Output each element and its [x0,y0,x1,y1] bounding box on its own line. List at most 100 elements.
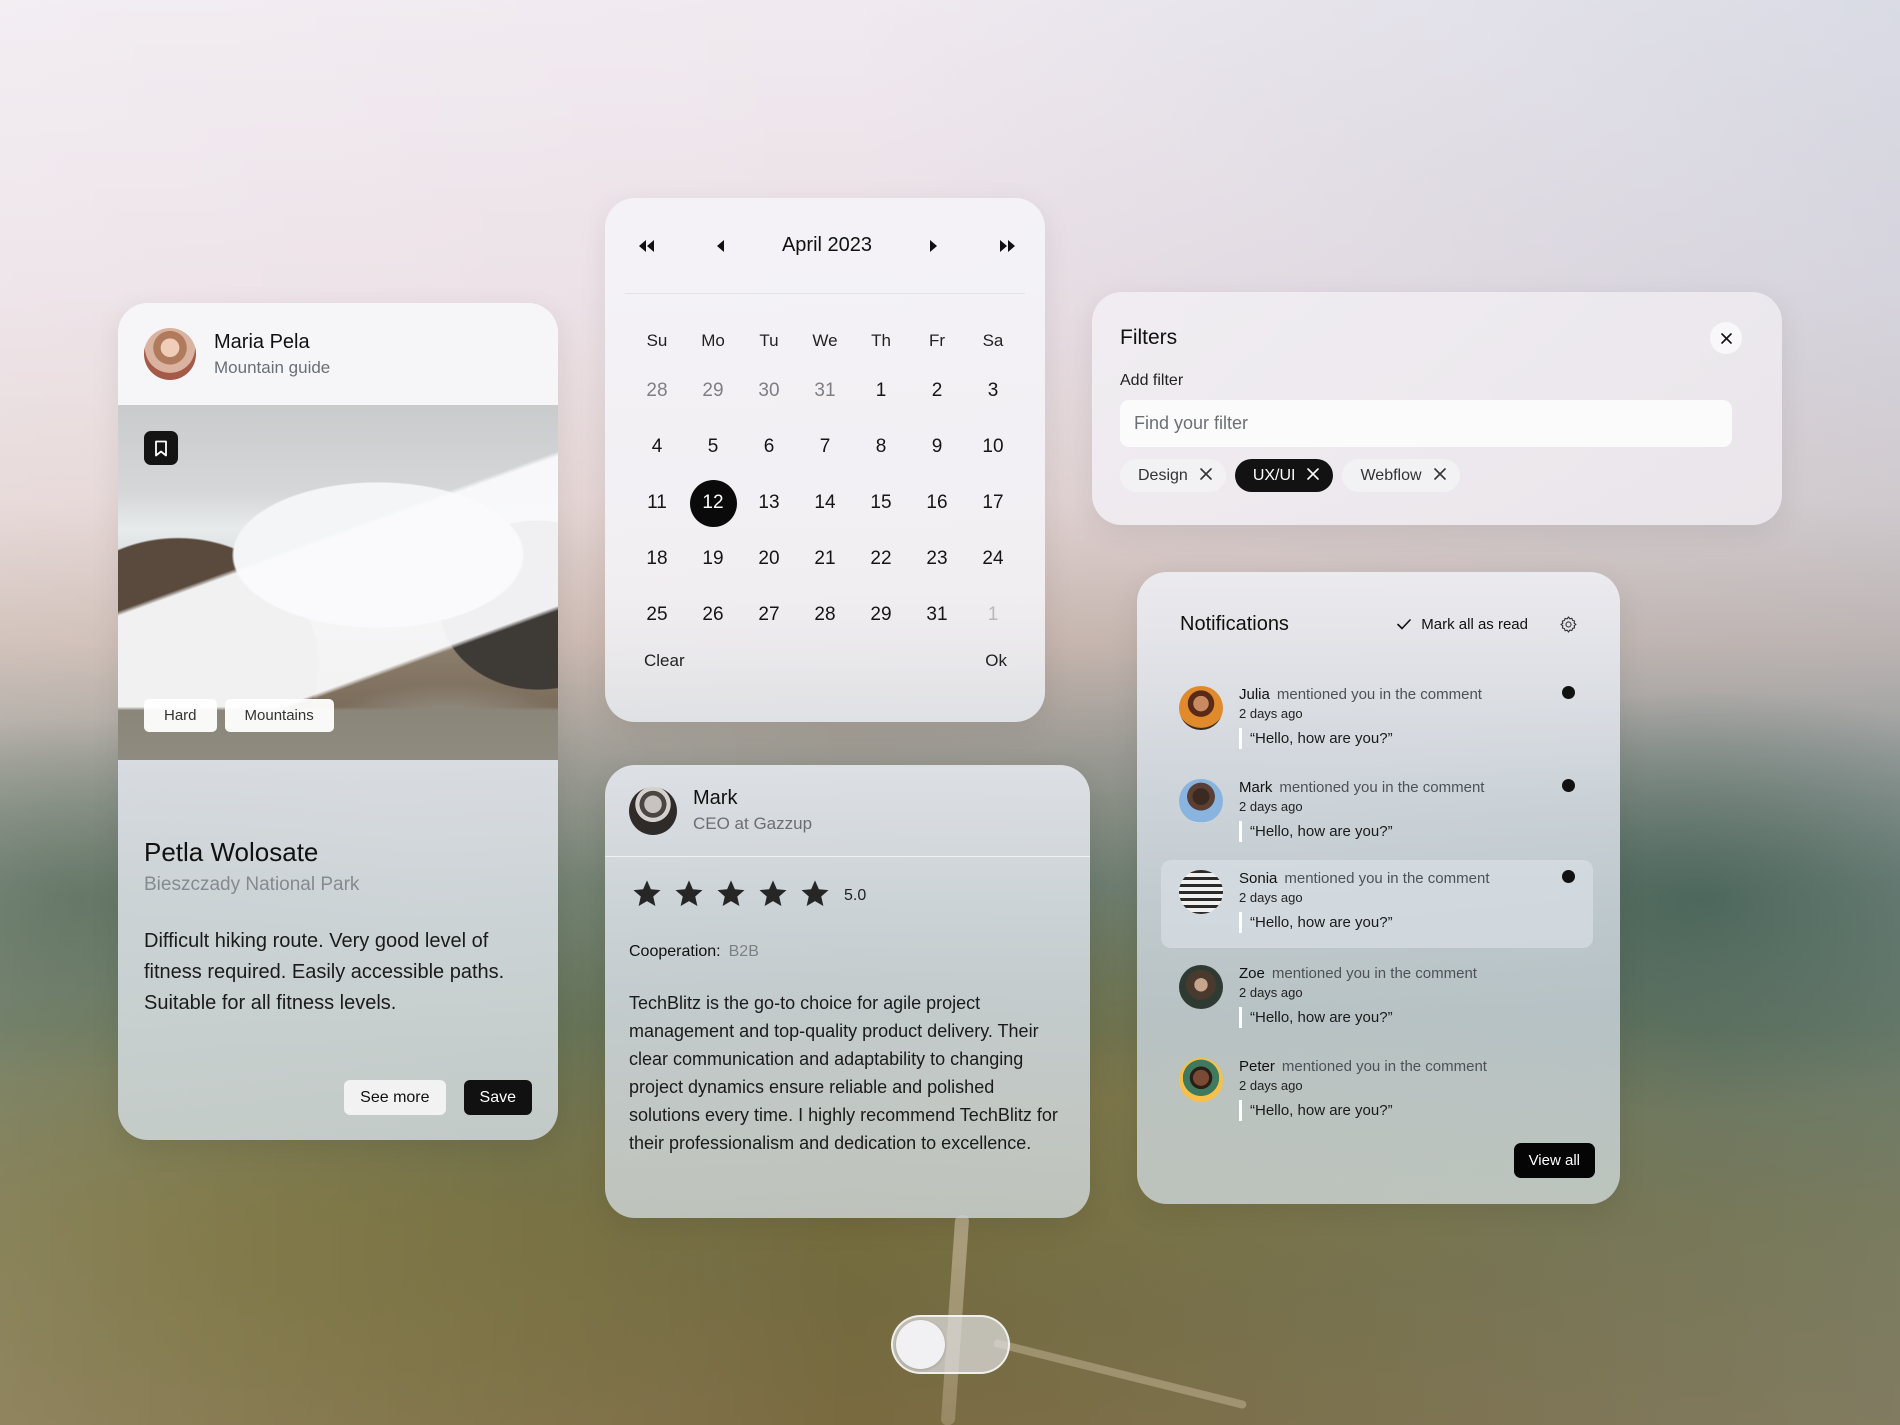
calendar-day[interactable]: 11 [629,475,685,531]
mark-all-read-button[interactable]: Mark all as read [1397,616,1528,633]
calendar-day[interactable]: 22 [853,531,909,587]
next-month-button[interactable] [922,234,946,258]
theme-toggle[interactable] [891,1315,1010,1374]
calendar-day[interactable]: 26 [685,587,741,643]
notification-sender: Mark [1239,779,1273,796]
calendar-day[interactable]: 21 [797,531,853,587]
day-number: 31 [926,604,948,625]
calendar-day[interactable]: 23 [909,531,965,587]
calendar-day[interactable]: 16 [909,475,965,531]
clear-button[interactable]: Clear [644,651,685,671]
filter-search-input[interactable] [1120,400,1732,447]
notification-summary: Mark mentioned you in the comment [1239,779,1484,796]
notification-quote: “Hello, how are you?” [1239,912,1393,933]
prev-year-button[interactable] [635,234,659,258]
filters-title: Filters [1120,326,1178,349]
calendar-day[interactable]: 24 [965,531,1021,587]
calendar-day[interactable]: 1 [853,363,909,419]
calendar-day[interactable]: 4 [629,419,685,475]
day-number: 30 [758,380,780,401]
calendar-day[interactable]: 20 [741,531,797,587]
calendar-day[interactable]: 18 [629,531,685,587]
day-number: 11 [647,492,667,513]
unread-indicator [1562,870,1575,883]
notification-avatar [1179,779,1223,823]
tag-difficulty: Hard [144,699,217,732]
day-number: 14 [814,492,836,513]
calendar-day[interactable]: 7 [797,419,853,475]
filter-chip[interactable]: Webflow [1342,459,1460,492]
calendar-day-selected[interactable]: 12 [685,475,741,531]
toggle-knob [896,1320,945,1369]
author-avatar [144,328,196,380]
calendar-day[interactable]: 5 [685,419,741,475]
see-more-button[interactable]: See more [344,1080,446,1115]
calendar-day[interactable]: 27 [741,587,797,643]
filter-chip-label: Design [1138,466,1188,484]
calendar-day[interactable]: 19 [685,531,741,587]
prev-month-button[interactable] [708,234,732,258]
calendar-nav: April 2023 [605,198,1045,293]
calendar-day[interactable]: 17 [965,475,1021,531]
calendar-day[interactable]: 9 [909,419,965,475]
trail-tags: Hard Mountains [144,699,334,732]
day-number: 18 [646,548,668,569]
calendar-day[interactable]: 10 [965,419,1021,475]
day-number: 2 [931,380,943,401]
trail-card: Maria Pela Mountain guide Hard Mountains… [118,303,558,1140]
calendar-day[interactable]: 3 [965,363,1021,419]
filter-chip-label: Webflow [1360,466,1422,484]
view-all-button[interactable]: View all [1513,1143,1595,1178]
calendar-day[interactable]: 31 [909,587,965,643]
notifications-title: Notifications [1180,612,1289,635]
review-card: Mark CEO at Gazzup 5.0 Cooperation: B2B T… [605,765,1090,1218]
chevron-left-icon [717,239,725,252]
calendar-day[interactable]: 6 [741,419,797,475]
save-button[interactable]: Save [463,1080,532,1115]
current-month: April 2023 [781,234,873,256]
unread-indicator [1562,686,1575,699]
ok-button[interactable]: Ok [985,651,1007,671]
notification-quote: “Hello, how are you?” [1239,1100,1393,1121]
calendar-day[interactable]: 15 [853,475,909,531]
bookmark-button[interactable] [144,431,178,465]
notification-summary: Zoe mentioned you in the comment [1239,965,1477,982]
day-number: 1 [987,604,999,625]
calendar-day[interactable]: 31 [797,363,853,419]
notification-time: 2 days ago [1239,985,1303,1000]
notification-item[interactable]: Peter mentioned you in the comment 2 days … [1161,1048,1593,1134]
calendar-day[interactable]: 28 [629,363,685,419]
day-number: 22 [870,548,892,569]
calendar-day[interactable]: 29 [853,587,909,643]
calendar-day[interactable]: 29 [685,363,741,419]
close-icon [1720,332,1732,344]
day-number: 3 [987,380,999,401]
calendar-day[interactable]: 13 [741,475,797,531]
reviewer-name: Mark [693,787,738,809]
next-year-button[interactable] [995,234,1019,258]
calendar-day[interactable]: 28 [797,587,853,643]
notification-item[interactable]: Mark mentioned you in the comment 2 days a… [1161,769,1593,855]
notification-sender: Julia [1239,686,1270,703]
day-number: 28 [646,380,668,401]
notification-summary: Julia mentioned you in the comment [1239,686,1482,703]
calendar-day[interactable]: 1 [965,587,1021,643]
filter-chip[interactable]: Design [1120,459,1226,492]
close-filters-button[interactable] [1710,322,1742,354]
notification-item[interactable]: Zoe mentioned you in the comment 2 days ag… [1161,955,1593,1041]
day-number: 10 [982,436,1004,457]
filter-chip[interactable]: UX/UI [1234,459,1334,492]
notification-settings-button[interactable] [1558,614,1578,634]
notification-item[interactable]: Sonia mentioned you in the comment 2 days … [1161,860,1593,948]
cooperation-label: Cooperation: [629,943,721,960]
calendar-day[interactable]: 25 [629,587,685,643]
remove-chip-icon[interactable] [1307,467,1320,485]
calendar-day[interactable]: 14 [797,475,853,531]
remove-chip-icon[interactable] [1200,467,1212,485]
remove-chip-icon[interactable] [1433,467,1446,485]
day-number: 31 [814,380,836,401]
calendar-day[interactable]: 30 [741,363,797,419]
calendar-day[interactable]: 8 [853,419,909,475]
calendar-day[interactable]: 2 [909,363,965,419]
notification-item[interactable]: Julia mentioned you in the comment 2 days … [1161,676,1593,762]
